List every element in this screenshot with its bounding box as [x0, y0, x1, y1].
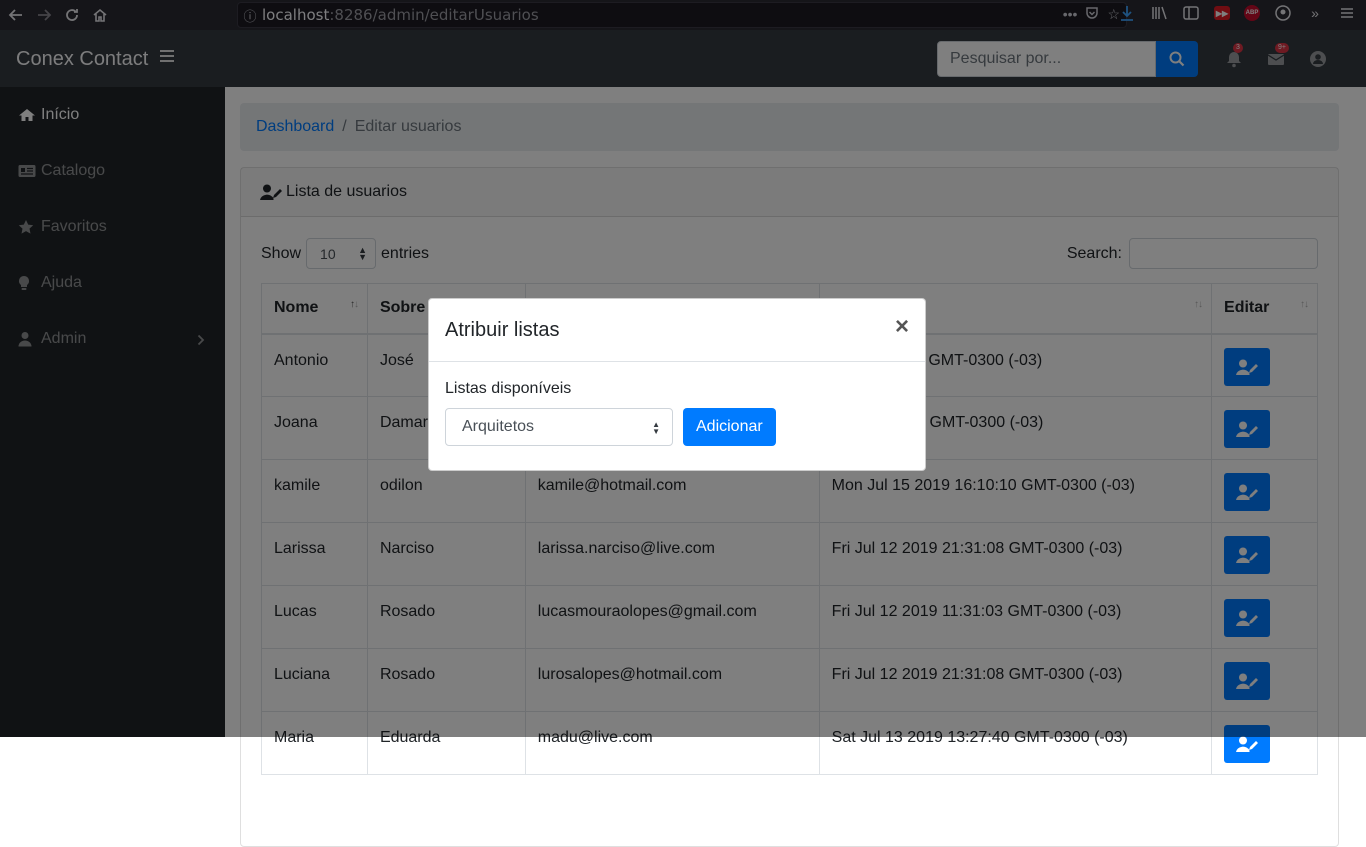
modal-title: Atribuir listas — [445, 318, 560, 341]
close-icon[interactable]: × — [895, 315, 909, 339]
lists-select[interactable]: Arquitetos ▲ ▼ — [445, 408, 673, 446]
assign-lists-modal: Atribuir listas × Listas disponíveis Arq… — [428, 298, 926, 471]
lists-label: Listas disponíveis — [445, 380, 572, 397]
add-button[interactable]: Adicionar — [683, 408, 776, 446]
user-edit-icon — [1236, 736, 1259, 752]
modal-header: Atribuir listas × — [429, 299, 925, 362]
select-arrows-icon: ▲▼ — [652, 420, 660, 436]
modal-body: Listas disponíveis Arquitetos ▲ ▼ Adicion… — [429, 362, 925, 464]
